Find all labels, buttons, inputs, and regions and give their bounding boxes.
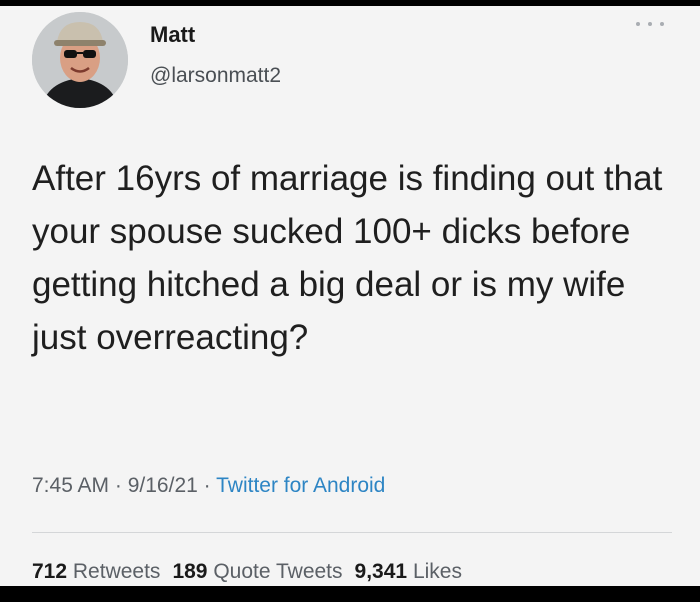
retweets-count: 712	[32, 560, 68, 583]
more-options-icon[interactable]	[636, 16, 664, 32]
tweet-card: Matt @larsonmatt2 After 16yrs of marriag…	[0, 6, 700, 586]
retweets-stat[interactable]: 712 Retweets	[32, 560, 160, 583]
tweet-source-link[interactable]: Twitter for Android	[216, 474, 385, 497]
user-avatar-photo-icon	[32, 12, 128, 108]
dot	[636, 22, 640, 26]
divider	[32, 532, 672, 533]
quote-tweets-label: Quote Tweets	[213, 560, 343, 583]
retweets-label: Retweets	[72, 560, 161, 583]
quote-tweets-stat[interactable]: 189 Quote Tweets	[172, 560, 342, 583]
likes-stat[interactable]: 9,341 Likes	[355, 560, 462, 583]
meta-separator: ·	[197, 474, 217, 497]
likes-label: Likes	[412, 560, 462, 583]
dot	[660, 22, 664, 26]
tweet-date[interactable]: 9/16/21	[128, 474, 198, 497]
tweet-meta: 7:45 AM · 9/16/21 · Twitter for Android	[32, 474, 385, 498]
tweet-time[interactable]: 7:45 AM	[32, 474, 109, 497]
tweet-stats: 712 Retweets 189 Quote Tweets 9,341 Likes	[32, 560, 462, 584]
author-name[interactable]: Matt	[150, 22, 195, 48]
meta-separator: ·	[109, 474, 128, 497]
dot	[648, 22, 652, 26]
likes-count: 9,341	[354, 560, 408, 583]
quote-tweets-count: 189	[172, 560, 208, 583]
author-handle[interactable]: @larsonmatt2	[150, 64, 281, 88]
tweet-text: After 16yrs of marriage is finding out t…	[32, 159, 663, 357]
user-avatar[interactable]	[32, 12, 128, 108]
